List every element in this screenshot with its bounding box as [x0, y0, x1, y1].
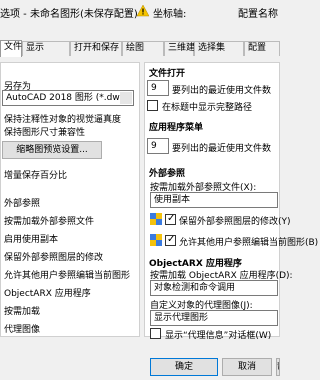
left-group-arx: ObjectARX 应用程序 — [4, 289, 91, 299]
demand-load-value: 使用副本 — [154, 195, 191, 205]
tab-open-save[interactable]: 打开和保存 — [70, 41, 122, 56]
allow-edit-checkbox[interactable] — [165, 234, 176, 246]
recent-files-label: 要列出的最近使用文件数 — [172, 86, 272, 96]
app-menu-input[interactable]: 9 — [147, 138, 169, 154]
tab-files[interactable]: 文件 — [0, 40, 22, 57]
keep-changes-label: 保留外部参照图层的修改(Y) — [179, 217, 291, 227]
window-title: 选项 - 未命名图形(未保存配置) — [0, 9, 138, 20]
tab-3d[interactable]: 三维建模 — [164, 41, 204, 56]
xref-title: 外部参照 — [147, 166, 188, 179]
left-item-compat[interactable]: 保持图形尺寸兼容性 — [4, 125, 85, 138]
warning-icon — [137, 5, 149, 17]
arx-demand-value: 对象检测和命令调用 — [154, 283, 236, 293]
left-item-allow: 允许其他用户参照编辑当前图形 — [4, 271, 131, 281]
shield-icon — [150, 213, 162, 225]
shield-icon — [150, 234, 162, 246]
recent-files-input[interactable]: 9 — [147, 80, 169, 96]
saveas-format-value: AutoCAD 2018 图形 (*.dwg) — [6, 93, 129, 103]
full-path-label: 在标题中显示完整路径 — [162, 103, 253, 113]
ok-button[interactable]: 确定 — [150, 358, 218, 376]
profile-name: 配置名称 — [238, 9, 278, 20]
left-item-retain: 保留外部参照图层的修改 — [4, 253, 104, 263]
thumbnail-settings-button[interactable]: 缩略图预览设置... — [2, 141, 102, 159]
left-item-copy: 启用使用副本 — [4, 235, 59, 245]
full-path-checkbox[interactable] — [147, 100, 158, 111]
keep-changes-checkbox[interactable] — [165, 213, 176, 225]
warning-text: 坐标轴: — [153, 9, 187, 20]
left-item-proxy: 代理图像 — [4, 325, 41, 335]
tab-selection[interactable]: 选择集 — [194, 41, 244, 56]
proxy-dialog-checkbox[interactable] — [150, 328, 161, 339]
help-button[interactable]: 帮助 — [276, 358, 280, 376]
chevron-down-icon[interactable] — [120, 92, 132, 104]
tab-display[interactable]: 显示 — [22, 41, 70, 56]
left-item-demand: 按需加载外部参照文件 — [4, 217, 95, 227]
arx-demand-combo[interactable]: 对象检测和命令调用 — [150, 280, 278, 296]
saveas-format-combo[interactable]: AutoCAD 2018 图形 (*.dwg) — [2, 90, 134, 106]
left-item-arx-demand: 按需加载 — [4, 307, 41, 317]
proxy-combo[interactable]: 显示代理图形 — [150, 310, 278, 326]
proxy-value: 显示代理图形 — [154, 313, 209, 323]
app-menu-title: 应用程序菜单 — [147, 120, 206, 133]
app-menu-label: 要列出的最近使用文件数 — [172, 144, 272, 154]
file-open-title: 文件打开 — [147, 66, 188, 79]
proxy-dialog-label: 显示“代理信息”对话框(W) — [165, 331, 272, 341]
tab-drafting[interactable]: 绘图 — [122, 41, 164, 56]
demand-load-combo[interactable]: 使用副本 — [150, 192, 278, 208]
left-item-annotation[interactable]: 保持注释性对象的视觉逼真度 — [4, 112, 121, 125]
allow-edit-label: 允许其他用户参照编辑当前图形(B) — [179, 238, 319, 248]
left-item-incremental: 增量保存百分比 — [4, 171, 68, 181]
cancel-button[interactable]: 取消 — [222, 358, 272, 376]
tab-profiles[interactable]: 配置 — [244, 41, 280, 56]
title-bar: 选项 - 未命名图形(未保存配置) 坐标轴: 配置名称 — [0, 0, 280, 24]
left-group-xref: 外部参照 — [4, 199, 41, 209]
